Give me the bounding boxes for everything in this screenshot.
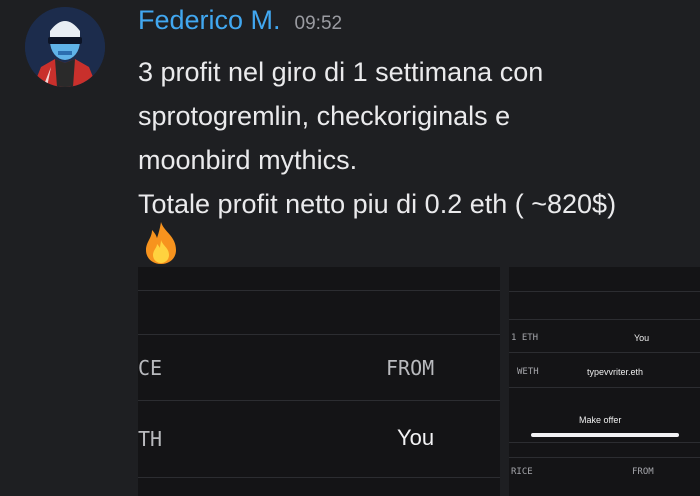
- avatar[interactable]: [25, 7, 105, 87]
- column-header-from: FROM: [386, 356, 435, 380]
- image-attachment[interactable]: CE FROM TH You: [138, 267, 500, 496]
- image-attachment[interactable]: 1 ETH You WETH typevvriter.eth Make offe…: [509, 267, 700, 496]
- timestamp[interactable]: 09:52: [295, 13, 343, 35]
- message-line: sprotogremlin, checkoriginals e: [138, 101, 511, 131]
- message-line: moonbird mythics.: [138, 145, 358, 175]
- divider: [509, 457, 700, 458]
- column-header-from: FROM: [632, 467, 654, 477]
- divider: [509, 442, 700, 443]
- cell-from: You: [634, 333, 650, 343]
- avatar-image: [25, 7, 105, 87]
- offer-progress-bar: [531, 433, 679, 437]
- message-header: Federico M. 09:52: [138, 5, 342, 41]
- divider: [509, 291, 700, 292]
- cell-from: typevvriter.eth: [587, 367, 644, 377]
- divider: [509, 319, 700, 320]
- divider: [138, 290, 500, 291]
- cell-currency: WETH: [517, 367, 539, 377]
- column-header-price: RICE: [511, 467, 533, 477]
- username[interactable]: Federico M.: [138, 5, 281, 36]
- cell-from: You: [397, 425, 435, 450]
- divider: [509, 387, 700, 388]
- divider: [509, 352, 700, 353]
- divider: [138, 400, 500, 401]
- column-header-price: CE: [138, 356, 163, 380]
- divider: [138, 334, 500, 335]
- cell-amount: 1 ETH: [511, 333, 539, 343]
- fire-icon: [138, 220, 184, 266]
- message-line: 3 profit nel giro di 1 settimana con: [138, 57, 544, 87]
- cell-currency: TH: [138, 427, 163, 451]
- message-content: 3 profit nel giro di 1 settimana con spr…: [138, 50, 698, 226]
- make-offer-button: Make offer: [579, 415, 622, 425]
- divider: [138, 477, 500, 478]
- message-line: Totale profit netto piu di 0.2 eth ( ~82…: [138, 189, 617, 219]
